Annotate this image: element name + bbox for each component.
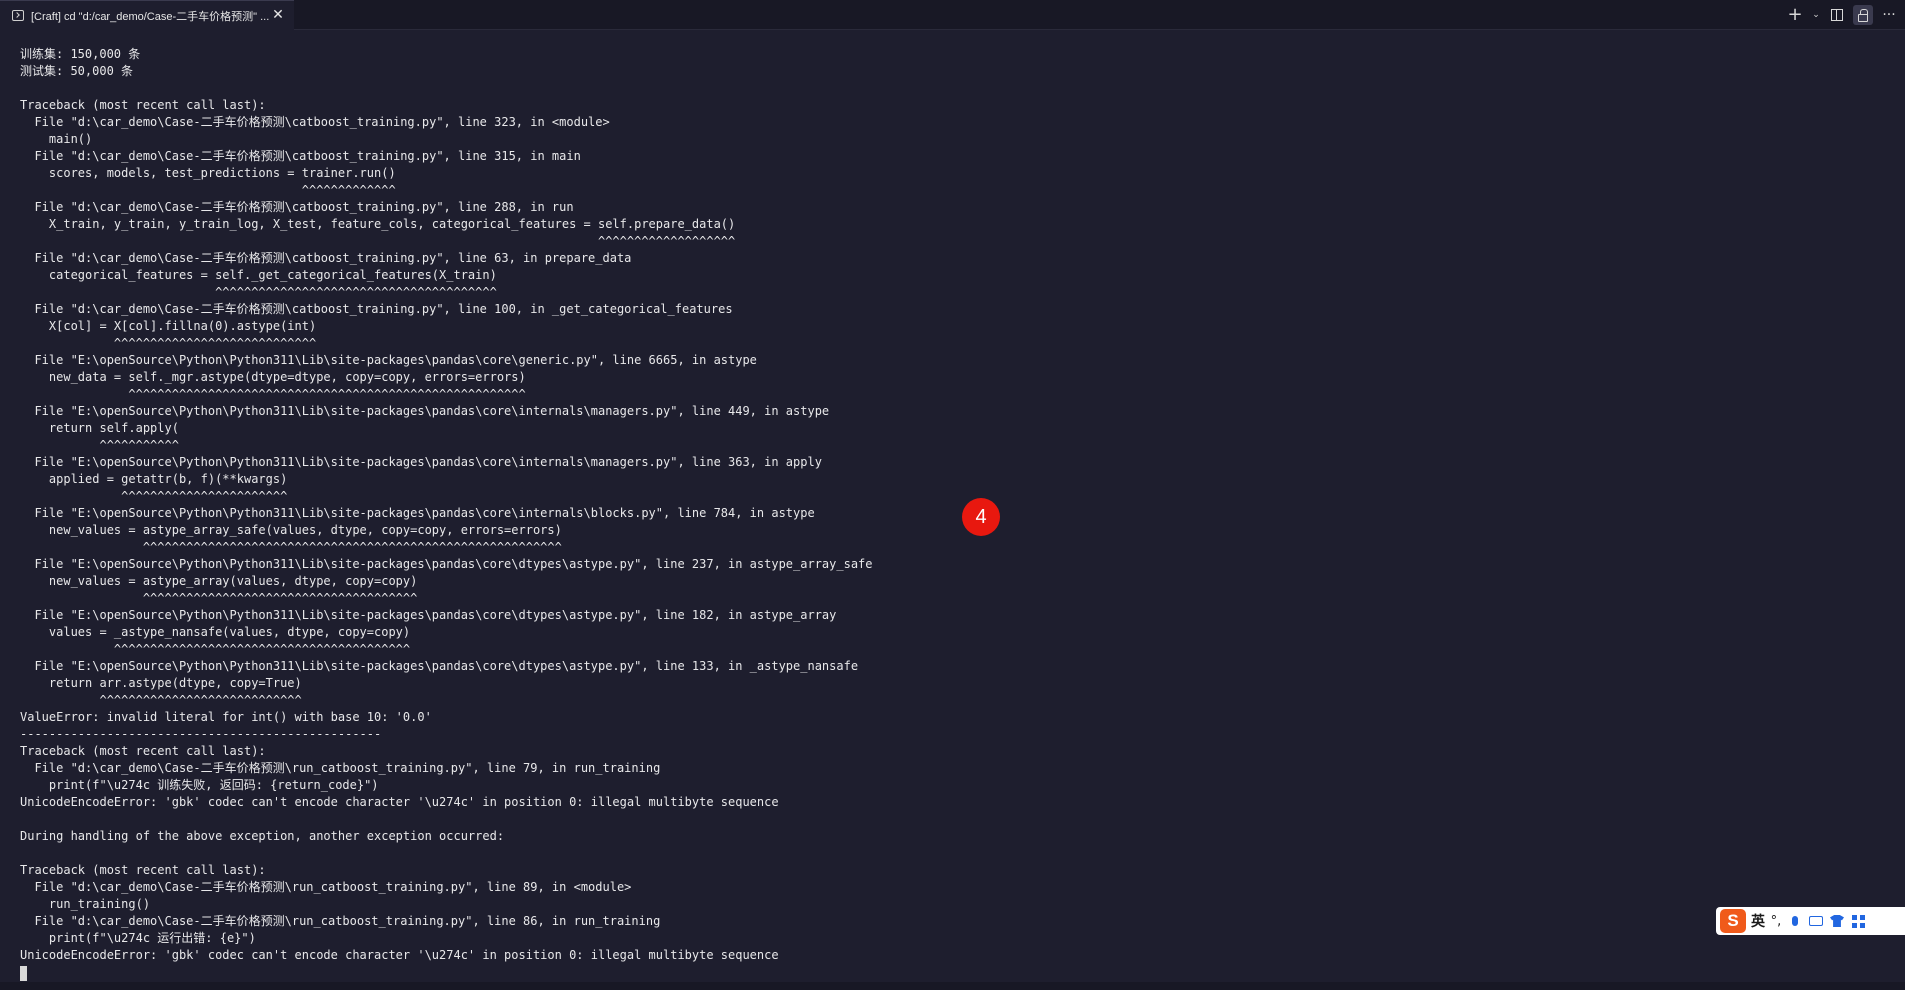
- terminal-icon: [12, 10, 24, 21]
- terminal-line: ^^^^^^^^^^^^^^^^^^^^^^^^^^^^: [20, 693, 302, 707]
- lock-icon[interactable]: [1853, 5, 1873, 25]
- terminal-line: UnicodeEncodeError: 'gbk' codec can't en…: [20, 795, 779, 809]
- terminal-line: File "E:\openSource\Python\Python311\Lib…: [20, 506, 815, 520]
- terminal-line: File "d:\car_demo\Case-二手车价格预测\catboost_…: [20, 251, 632, 265]
- terminal-line: File "d:\car_demo\Case-二手车价格预测\catboost_…: [20, 302, 733, 316]
- terminal-line: File "E:\openSource\Python\Python311\Lib…: [20, 353, 757, 367]
- terminal-line: return self.apply(: [20, 421, 179, 435]
- terminal-line: ValueError: invalid literal for int() wi…: [20, 710, 432, 724]
- terminal-line: X_train, y_train, y_train_log, X_test, f…: [20, 217, 736, 231]
- terminal-line: ^^^^^^^^^^^^^^^^^^^^^^^^^^^^^^^^^^^^^^^^…: [20, 642, 411, 656]
- terminal-line: main(): [20, 132, 93, 146]
- terminal-tab-bar: [Craft] cd "d:/car_demo/Case-二手车价格预测" ..…: [0, 0, 1905, 30]
- terminal-line: ----------------------------------------…: [20, 727, 382, 741]
- tab-title: [Craft] cd "d:/car_demo/Case-二手车价格预测" ..…: [31, 10, 270, 23]
- terminal-line: UnicodeEncodeError: 'gbk' codec can't en…: [20, 948, 779, 962]
- terminal-line: ^^^^^^^^^^^^^^^^^^^^^^^^^^^^: [20, 336, 317, 350]
- ime-language-toggle[interactable]: 英: [1751, 911, 1765, 931]
- terminal-line: During handling of the above exception, …: [20, 829, 505, 843]
- terminal-line: ^^^^^^^^^^^^^^^^^^^^^^^^^^^^^^^^^^^^^^^: [20, 285, 497, 299]
- terminal-toolbar: + ⌄ ···: [1785, 0, 1905, 30]
- terminal-output[interactable]: 训练集: 150,000 条测试集: 50,000 条 Traceback (mo…: [0, 30, 1905, 982]
- terminal-line: File "E:\openSource\Python\Python311\Lib…: [20, 659, 859, 673]
- terminal-line: ^^^^^^^^^^^^^^^^^^^^^^^: [20, 489, 288, 503]
- ime-toolbar[interactable]: S 英 °,: [1716, 907, 1905, 935]
- terminal-line: scores, models, test_predictions = train…: [20, 166, 396, 180]
- terminal-line: File "d:\car_demo\Case-二手车价格预测\catboost_…: [20, 149, 581, 163]
- terminal-line: values = _astype_nansafe(values, dtype, …: [20, 625, 411, 639]
- terminal-line: File "E:\openSource\Python\Python311\Lib…: [20, 557, 873, 571]
- terminal-line: run_training(): [20, 897, 151, 911]
- keyboard-icon[interactable]: [1808, 913, 1824, 929]
- terminal-line: Traceback (most recent call last):: [20, 863, 266, 877]
- terminal-line: ^^^^^^^^^^^^^^^^^^^^^^^^^^^^^^^^^^^^^^^^…: [20, 387, 526, 401]
- plus-icon[interactable]: +: [1785, 5, 1805, 25]
- terminal-line: ^^^^^^^^^^^^^^^^^^^^^^^^^^^^^^^^^^^^^^: [20, 591, 418, 605]
- terminal-line: File "d:\car_demo\Case-二手车价格预测\catboost_…: [20, 115, 610, 129]
- more-icon[interactable]: ···: [1879, 5, 1899, 25]
- terminal-line: return arr.astype(dtype, copy=True): [20, 676, 302, 690]
- skin-icon[interactable]: [1829, 913, 1845, 929]
- terminal-line: 训练集: 150,000 条: [20, 47, 141, 61]
- terminal-line: File "d:\car_demo\Case-二手车价格预测\run_catbo…: [20, 880, 632, 894]
- terminal-line: ^^^^^^^^^^^^^: [20, 183, 396, 197]
- split-panel-icon[interactable]: [1827, 5, 1847, 25]
- terminal-line: ^^^^^^^^^^^^^^^^^^^: [20, 234, 736, 248]
- terminal-line: Traceback (most recent call last):: [20, 98, 266, 112]
- terminal-line: ^^^^^^^^^^^: [20, 438, 179, 452]
- terminal-line: File "d:\car_demo\Case-二手车价格预测\catboost_…: [20, 200, 574, 214]
- terminal-line: X[col] = X[col].fillna(0).astype(int): [20, 319, 317, 333]
- terminal-line: File "d:\car_demo\Case-二手车价格预测\run_catbo…: [20, 914, 661, 928]
- terminal-line: print(f"\u274c 运行出错: {e}"): [20, 931, 256, 945]
- terminal-line: Traceback (most recent call last):: [20, 744, 266, 758]
- ime-punctuation-toggle[interactable]: °,: [1770, 914, 1782, 929]
- terminal-lines: 训练集: 150,000 条测试集: 50,000 条 Traceback (mo…: [20, 46, 873, 964]
- terminal-tab[interactable]: [Craft] cd "d:/car_demo/Case-二手车价格预测" ..…: [0, 0, 294, 30]
- terminal-line: categorical_features = self._get_categor…: [20, 268, 497, 282]
- terminal-line: new_values = astype_array(values, dtype,…: [20, 574, 418, 588]
- close-icon[interactable]: ✕: [270, 7, 286, 23]
- terminal-line: 测试集: 50,000 条: [20, 64, 134, 78]
- terminal-line: File "E:\openSource\Python\Python311\Lib…: [20, 608, 837, 622]
- microphone-icon[interactable]: [1787, 913, 1803, 929]
- terminal-line: ^^^^^^^^^^^^^^^^^^^^^^^^^^^^^^^^^^^^^^^^…: [20, 540, 562, 554]
- terminal-line: new_values = astype_array_safe(values, d…: [20, 523, 562, 537]
- step-number-badge: 4: [962, 498, 1000, 536]
- terminal-line: new_data = self._mgr.astype(dtype=dtype,…: [20, 370, 526, 384]
- chevron-down-icon[interactable]: ⌄: [1811, 5, 1821, 25]
- terminal-line: File "E:\openSource\Python\Python311\Lib…: [20, 404, 830, 418]
- sogou-logo-icon[interactable]: S: [1720, 909, 1746, 933]
- bottom-strip: [0, 982, 1905, 990]
- terminal-cursor: [20, 966, 27, 981]
- terminal-line: File "E:\openSource\Python\Python311\Lib…: [20, 455, 822, 469]
- terminal-line: print(f"\u274c 训练失败, 返回码: {return_code}"…: [20, 778, 379, 792]
- terminal-line: applied = getattr(b, f)(**kwargs): [20, 472, 288, 486]
- terminal-line: File "d:\car_demo\Case-二手车价格预测\run_catbo…: [20, 761, 661, 775]
- toolbox-icon[interactable]: [1850, 913, 1866, 929]
